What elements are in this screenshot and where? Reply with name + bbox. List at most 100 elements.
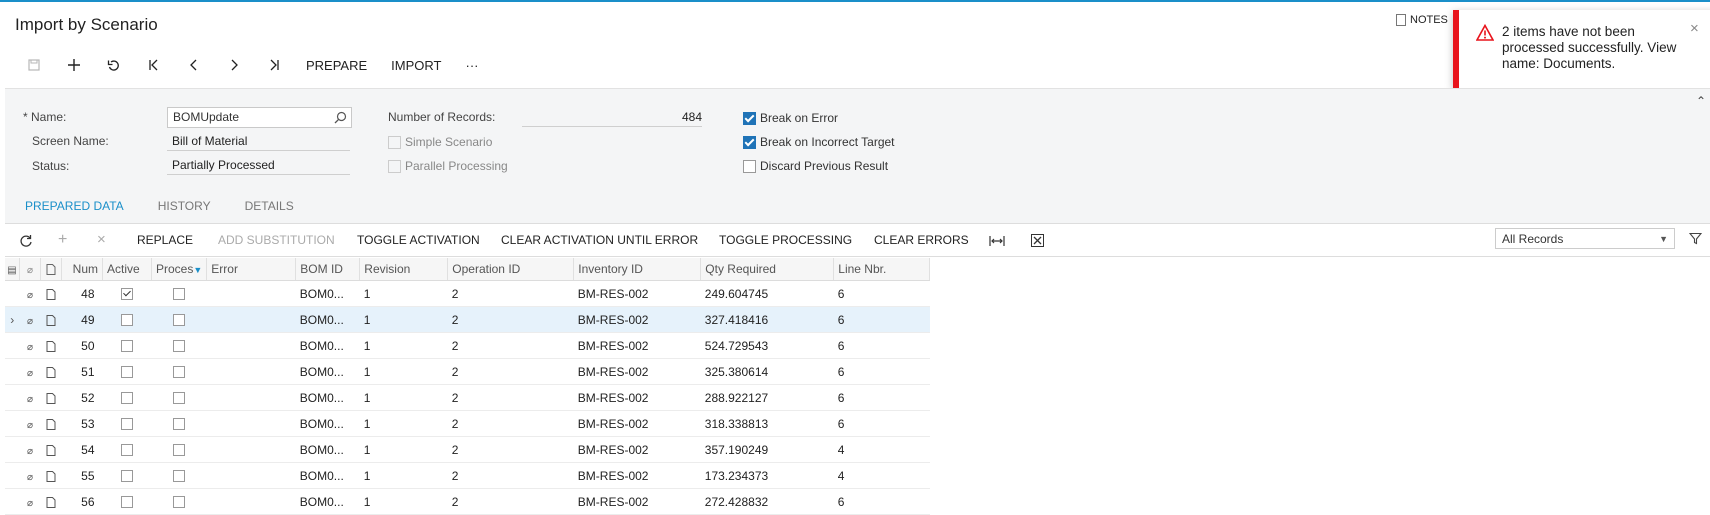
cell-active[interactable] [102, 332, 152, 359]
active-checkbox[interactable] [121, 496, 133, 509]
row-selector[interactable]: › [5, 306, 20, 333]
table-row[interactable]: ⌀ 50 BOM0... 1 2 BM-RES-002 524.729543 6 [5, 332, 930, 359]
row-attachment[interactable]: ⌀ [19, 436, 41, 463]
notes-header[interactable] [40, 258, 62, 281]
row-note[interactable] [40, 332, 62, 359]
row-note[interactable] [40, 436, 62, 463]
toggle-activation-button[interactable]: TOGGLE ACTIVATION [357, 224, 480, 256]
active-checkbox[interactable] [121, 314, 133, 327]
col-processed[interactable]: Proces▼ [151, 258, 208, 281]
row-selector[interactable] [5, 280, 20, 307]
col-operation-id[interactable]: Operation ID [447, 258, 575, 281]
row-attachment[interactable]: ⌀ [19, 358, 41, 385]
cell-processed[interactable] [151, 306, 207, 333]
table-row[interactable]: › ⌀ 49 BOM0... 1 2 BM-RES-002 327.418416 6 [5, 306, 930, 333]
cell-processed[interactable] [151, 462, 207, 489]
col-active[interactable]: Active [102, 258, 152, 281]
col-error[interactable]: Error [206, 258, 297, 281]
row-note[interactable] [40, 306, 62, 333]
row-note[interactable] [40, 488, 62, 515]
replace-button[interactable]: REPLACE [137, 224, 193, 256]
prepare-button[interactable]: PREPARE [294, 52, 379, 78]
cell-active[interactable] [102, 488, 152, 515]
cell-active[interactable] [102, 410, 152, 437]
active-checkbox[interactable] [121, 444, 133, 457]
tab-prepared-data[interactable]: PREPARED DATA [15, 192, 134, 226]
cell-active[interactable] [102, 358, 152, 385]
table-row[interactable]: ⌀ 53 BOM0... 1 2 BM-RES-002 318.338813 6 [5, 410, 930, 437]
processed-checkbox[interactable] [173, 314, 186, 327]
discard-previous-result-checkbox[interactable]: Discard Previous Result [743, 159, 888, 173]
collapse-icon[interactable]: ⌃ [1696, 94, 1706, 108]
processed-checkbox[interactable] [173, 366, 186, 379]
row-selector[interactable] [5, 488, 20, 515]
cell-processed[interactable] [151, 358, 207, 385]
more-actions-button[interactable]: ··· [454, 52, 491, 78]
row-selector[interactable] [5, 462, 20, 489]
close-icon[interactable]: × [1690, 20, 1699, 37]
row-attachment[interactable]: ⌀ [19, 332, 41, 359]
row-note[interactable] [40, 280, 62, 307]
col-qty-required[interactable]: Qty Required [700, 258, 835, 281]
next-record-button[interactable] [214, 52, 254, 78]
cell-active[interactable] [102, 306, 152, 333]
break-on-incorrect-target-checkbox[interactable]: Break on Incorrect Target [743, 135, 895, 149]
clear-errors-button[interactable]: CLEAR ERRORS [874, 224, 969, 256]
row-selector[interactable] [5, 436, 20, 463]
row-selector[interactable] [5, 332, 20, 359]
undo-button[interactable] [94, 52, 134, 78]
table-row[interactable]: ⌀ 54 BOM0... 1 2 BM-RES-002 357.190249 4 [5, 436, 930, 463]
cell-active[interactable] [102, 462, 152, 489]
row-note[interactable] [40, 462, 62, 489]
cell-processed[interactable] [151, 436, 207, 463]
processed-checkbox[interactable] [173, 496, 186, 509]
fit-columns-button[interactable] [989, 224, 1005, 256]
tab-details[interactable]: DETAILS [235, 192, 304, 224]
row-attachment[interactable]: ⌀ [19, 306, 41, 333]
cell-active[interactable] [102, 280, 152, 307]
clear-activation-button[interactable]: CLEAR ACTIVATION UNTIL ERROR [501, 224, 698, 256]
row-attachment[interactable]: ⌀ [19, 410, 41, 437]
active-checkbox[interactable] [121, 392, 133, 405]
add-button[interactable] [54, 52, 94, 78]
save-button[interactable] [14, 52, 54, 78]
parallel-processing-checkbox[interactable]: Parallel Processing [388, 159, 508, 173]
filter-icon[interactable] [1689, 232, 1702, 245]
table-row[interactable]: ⌀ 51 BOM0... 1 2 BM-RES-002 325.380614 6 [5, 358, 930, 385]
cell-active[interactable] [102, 436, 152, 463]
table-row[interactable]: ⌀ 55 BOM0... 1 2 BM-RES-002 173.234373 4 [5, 462, 930, 489]
export-excel-button[interactable] [1031, 224, 1044, 256]
previous-record-button[interactable] [174, 52, 214, 78]
tab-history[interactable]: HISTORY [148, 192, 221, 224]
name-input[interactable]: BOMUpdate [167, 107, 352, 128]
notes-button[interactable]: NOTES [1396, 14, 1448, 26]
row-selector[interactable] [5, 384, 20, 411]
import-button[interactable]: IMPORT [379, 52, 453, 78]
cell-processed[interactable] [151, 280, 207, 307]
processed-checkbox[interactable] [173, 418, 186, 431]
col-bom-id[interactable]: BOM ID [295, 258, 361, 281]
grid-add-button[interactable]: + [58, 224, 67, 256]
processed-checkbox[interactable] [173, 340, 186, 353]
row-selector-header[interactable]: ▤ [5, 258, 20, 281]
search-icon[interactable] [334, 111, 347, 124]
row-note[interactable] [40, 410, 62, 437]
active-checkbox[interactable] [121, 366, 133, 379]
table-row[interactable]: ⌀ 52 BOM0... 1 2 BM-RES-002 288.922127 6 [5, 384, 930, 411]
active-checkbox[interactable] [121, 340, 133, 353]
row-note[interactable] [40, 384, 62, 411]
refresh-button[interactable] [19, 224, 33, 256]
cell-active[interactable] [102, 384, 152, 411]
grid-delete-button[interactable]: × [97, 224, 106, 256]
col-revision[interactable]: Revision [359, 258, 449, 281]
row-attachment[interactable]: ⌀ [19, 280, 41, 307]
add-substitution-button[interactable]: ADD SUBSTITUTION [218, 224, 335, 256]
processed-checkbox[interactable] [173, 392, 186, 405]
row-attachment[interactable]: ⌀ [19, 462, 41, 489]
records-filter-select[interactable]: All Records ▼ [1495, 228, 1675, 249]
col-num[interactable]: Num [61, 258, 103, 281]
cell-processed[interactable] [151, 332, 207, 359]
col-line-nbr[interactable]: Line Nbr. [833, 258, 931, 281]
attachments-header[interactable]: ⌀ [19, 258, 41, 281]
active-checkbox[interactable] [121, 418, 133, 431]
